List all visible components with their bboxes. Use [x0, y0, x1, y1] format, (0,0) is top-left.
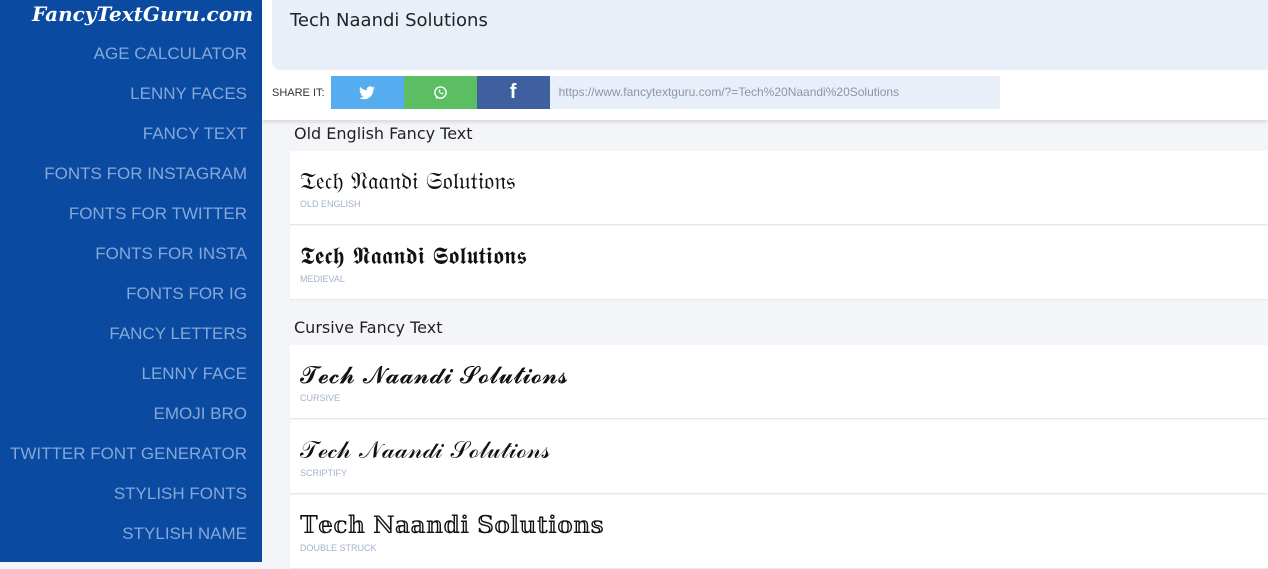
twitter-icon: [359, 85, 376, 99]
input-panel: Tech Naandi Solutions SHARE IT: f https:…: [262, 0, 1268, 120]
logo[interactable]: FancyTextGuru.com: [32, 2, 253, 26]
menu-item-emoji-bro[interactable]: EMOJI BRO: [10, 402, 247, 442]
fancy-text-item[interactable]: 𝔗𝔢𝔠𝔥 𝔑𝔞𝔞𝔫𝔡𝔦 𝔖𝔬𝔩𝔲𝔱𝔦𝔬𝔫𝔰 OLD ENGLISH: [290, 151, 1268, 225]
menu-item-fonts-for-twitter[interactable]: FONTS FOR TWITTER: [10, 202, 247, 242]
sidebar: FancyTextGuru.com AGE CALCULATOR LENNY F…: [0, 0, 262, 562]
text-input[interactable]: Tech Naandi Solutions: [272, 0, 1268, 70]
menu-item-fonts-for-instagram[interactable]: FONTS FOR INSTAGRAM: [10, 162, 247, 202]
style-name: OLD ENGLISH: [300, 199, 361, 209]
fancy-text[interactable]: 𝕋𝕖𝕔𝕙 ℕ𝕒𝕒𝕟𝕕𝕚 𝕊𝕠𝕝𝕦𝕥𝕚𝕠𝕟𝕤: [300, 509, 1258, 541]
menu-item-lenny-face[interactable]: LENNY FACE: [10, 362, 247, 402]
fancy-text-item[interactable]: 𝒯ℯ𝒸𝒽 𝒩𝒶𝒶𝓃𝒹𝒾 𝒮ℴ𝓁𝓊𝓉𝒾ℴ𝓃𝓈 SCRIPTIFY: [290, 420, 1268, 494]
fancy-text-item[interactable]: 𝕿𝖊𝖈𝖍 𝕹𝖆𝖆𝖓𝖉𝖎 𝕾𝖔𝖑𝖚𝖙𝖎𝖔𝖓𝖘 MEDIEVAL: [290, 226, 1268, 300]
menu-item-twitter-font-generator[interactable]: TWITTER FONT GENERATOR: [10, 442, 247, 482]
style-name: MEDIEVAL: [300, 274, 345, 284]
sidebar-menu: AGE CALCULATOR LENNY FACES FANCY TEXT FO…: [10, 42, 247, 562]
section-title-old-english: Old English Fancy Text: [294, 124, 473, 143]
style-name: DOUBLE STRUCK: [300, 543, 377, 553]
whatsapp-icon: [433, 86, 447, 99]
menu-item-stylish-fonts[interactable]: STYLISH FONTS: [10, 482, 247, 522]
style-name: SCRIPTIFY: [300, 468, 348, 478]
menu-item-fancy-letters[interactable]: FANCY LETTERS: [10, 322, 247, 362]
menu-item-fonts-for-insta[interactable]: FONTS FOR INSTA: [10, 242, 247, 282]
menu-item-fancy-text[interactable]: FANCY TEXT: [10, 122, 247, 162]
fancy-text[interactable]: 𝔗𝔢𝔠𝔥 𝔑𝔞𝔞𝔫𝔡𝔦 𝔖𝔬𝔩𝔲𝔱𝔦𝔬𝔫𝔰: [300, 165, 1258, 197]
share-url[interactable]: https://www.fancytextguru.com/?=Tech%20N…: [549, 76, 1000, 109]
whatsapp-share-button[interactable]: [403, 76, 477, 109]
share-bar: SHARE IT: f https://www.fancytextguru.co…: [272, 76, 1000, 109]
fancy-text-item[interactable]: 𝓣𝓮𝓬𝓱 𝓝𝓪𝓪𝓷𝓭𝓲 𝓢𝓸𝓵𝓾𝓽𝓲𝓸𝓷𝓼 CURSIVE: [290, 345, 1268, 419]
facebook-icon: f: [509, 81, 517, 103]
facebook-share-button[interactable]: f: [476, 76, 550, 109]
fancy-text[interactable]: 𝕿𝖊𝖈𝖍 𝕹𝖆𝖆𝖓𝖉𝖎 𝕾𝖔𝖑𝖚𝖙𝖎𝖔𝖓𝖘: [300, 240, 1258, 272]
fancy-text-item[interactable]: 𝕋𝕖𝕔𝕙 ℕ𝕒𝕒𝕟𝕕𝕚 𝕊𝕠𝕝𝕦𝕥𝕚𝕠𝕟𝕤 DOUBLE STRUCK: [290, 495, 1268, 569]
menu-item-fonts-for-ig[interactable]: FONTS FOR IG: [10, 282, 247, 322]
share-label: SHARE IT:: [272, 86, 325, 99]
menu-item-stylish-name[interactable]: STYLISH NAME: [10, 522, 247, 562]
section-title-cursive: Cursive Fancy Text: [294, 318, 443, 337]
menu-item-age-calculator[interactable]: AGE CALCULATOR: [10, 42, 247, 82]
fancy-text[interactable]: 𝒯ℯ𝒸𝒽 𝒩𝒶𝒶𝓃𝒹𝒾 𝒮ℴ𝓁𝓊𝓉𝒾ℴ𝓃𝓈: [300, 434, 1258, 466]
twitter-share-button[interactable]: [330, 76, 404, 109]
menu-item-lenny-faces[interactable]: LENNY FACES: [10, 82, 247, 122]
style-name: CURSIVE: [300, 393, 341, 403]
fancy-text[interactable]: 𝓣𝓮𝓬𝓱 𝓝𝓪𝓪𝓷𝓭𝓲 𝓢𝓸𝓵𝓾𝓽𝓲𝓸𝓷𝓼: [300, 359, 1258, 391]
